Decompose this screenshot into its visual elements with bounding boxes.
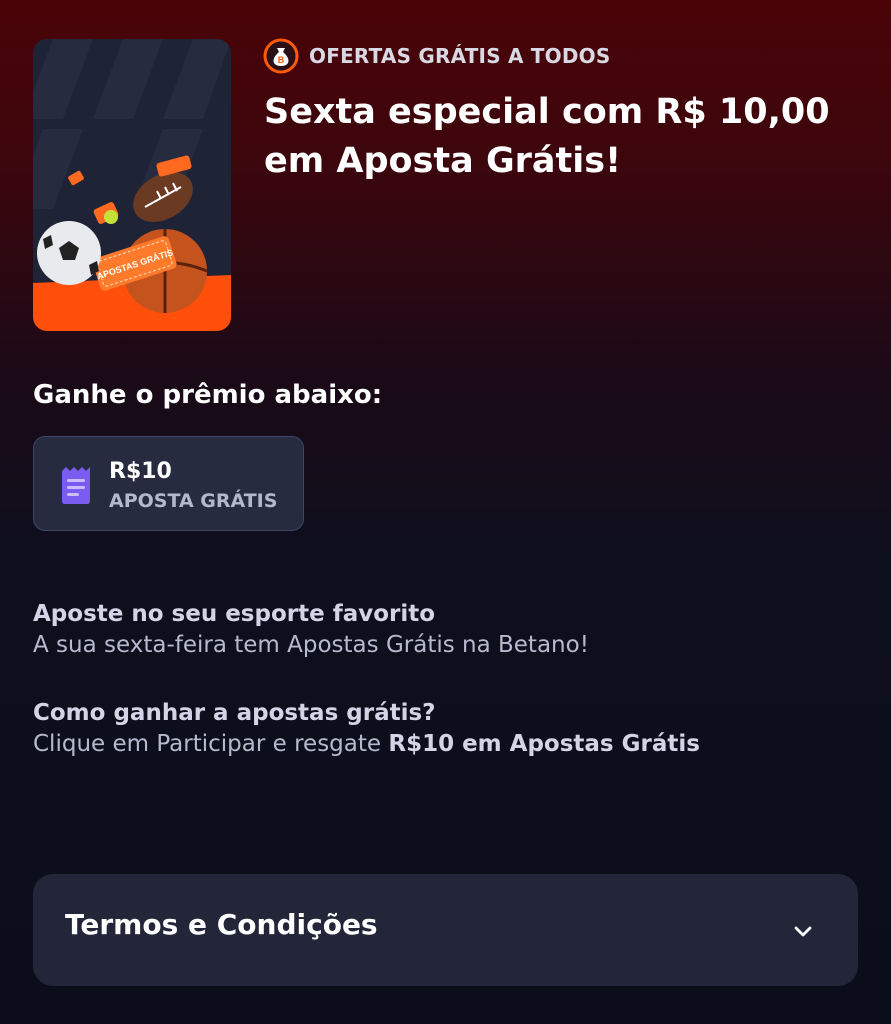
chevron-down-icon[interactable] [792, 920, 814, 942]
info-title: Como ganhar a apostas grátis? [33, 700, 436, 726]
svg-text:B: B [278, 55, 285, 65]
badge-label: OFERTAS GRÁTIS A TODOS [309, 44, 611, 68]
receipt-icon [62, 467, 90, 504]
info-section-favorite-sport: Aposte no seu esporte favorito A sua sex… [33, 599, 863, 661]
terms-accordion[interactable]: Termos e Condições [33, 874, 858, 986]
promo-image: APOSTAS GRÁTIS [33, 39, 231, 331]
promo-badge: B OFERTAS GRÁTIS A TODOS [263, 38, 610, 74]
prize-amount: R$10 [109, 459, 172, 484]
info-text: Clique em Participar e resgate R$10 em A… [33, 729, 863, 760]
money-bag-icon: B [263, 38, 299, 74]
info-section-how-to-win: Como ganhar a apostas grátis? Clique em … [33, 698, 863, 760]
info-text: A sua sexta-feira tem Apostas Grátis na … [33, 632, 589, 658]
prize-card: R$10 APOSTA GRÁTIS [33, 436, 304, 531]
info-title: Aposte no seu esporte favorito [33, 601, 436, 627]
prize-type: APOSTA GRÁTIS [109, 490, 278, 512]
page-title: Sexta especial com R$ 10,00 em Aposta Gr… [264, 92, 830, 181]
info-text-bold: R$10 em Apostas Grátis [388, 731, 700, 757]
prize-heading: Ganhe o prêmio abaixo: [33, 380, 383, 410]
terms-label: Termos e Condições [65, 908, 378, 941]
info-text-prefix: Clique em Participar e resgate [33, 731, 389, 757]
